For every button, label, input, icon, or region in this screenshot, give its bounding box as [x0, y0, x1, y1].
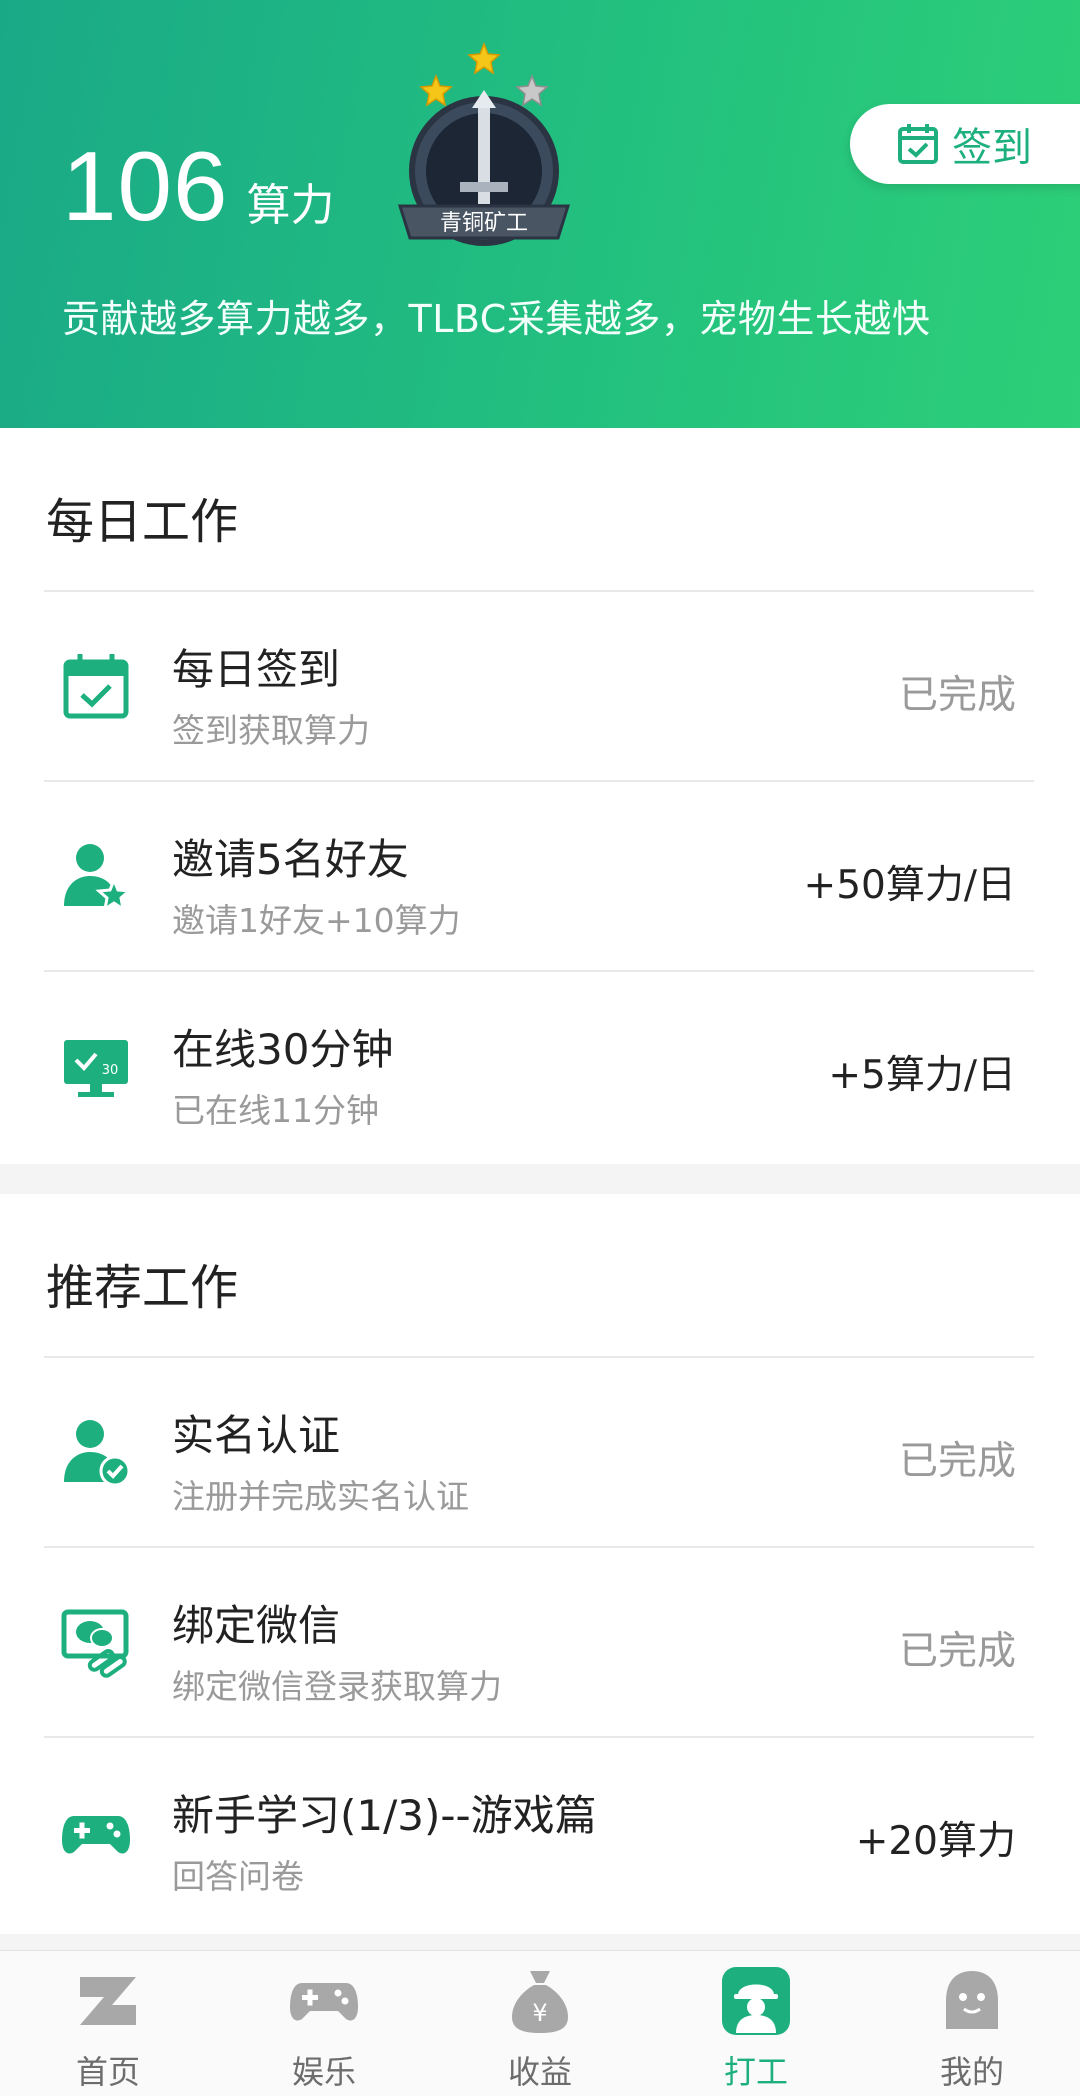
header-banner: 106 算力 青铜矿工 签到 贡献越多算力越多，TLBC采集越多，宠物生长越快	[0, 0, 1080, 428]
tab-label: 娱乐	[291, 2053, 356, 2091]
monitor-clock-icon: 30	[64, 1040, 128, 1097]
calendar-check-icon	[63, 654, 129, 719]
task-title: 邀请5名好友	[172, 835, 409, 884]
wechat-link-icon	[61, 1609, 129, 1678]
checkin-button[interactable]: 签到	[850, 104, 1080, 184]
task-subtitle: 签到获取算力	[172, 711, 370, 750]
tab-label: 首页	[75, 2053, 140, 2091]
daily-work-title: 每日工作	[46, 494, 239, 550]
profile-face-icon	[946, 1971, 998, 2029]
worker-icon	[722, 1967, 790, 2035]
tab-label: 我的	[939, 2053, 1004, 2091]
daily-work-card: 每日工作 每日签到 签到获取算力 已完成 邀请5名好友 邀请1好友+10算力 +…	[0, 428, 1080, 1164]
tab-label: 收益	[507, 2053, 572, 2091]
tab-label: 打工	[723, 2053, 788, 2091]
calendar-check-icon	[898, 124, 938, 164]
svg-text:30: 30	[102, 1063, 119, 1078]
tab-profile[interactable]: 我的	[864, 1951, 1080, 2096]
task-reward: +5算力/日	[828, 1053, 1016, 1098]
task-status: 已完成	[898, 1629, 1016, 1674]
user-verified-icon	[64, 1420, 131, 1487]
task-reward: +20算力	[855, 1819, 1016, 1864]
slogan-text: 贡献越多算力越多，TLBC采集越多，宠物生长越快	[62, 297, 931, 341]
svg-text:青铜矿工: 青铜矿工	[440, 211, 528, 236]
task-subtitle: 注册并完成实名认证	[172, 1477, 469, 1516]
recommended-work-title: 推荐工作	[46, 1260, 239, 1316]
bronze-miner-badge-icon: 青铜矿工	[398, 41, 571, 246]
task-status: 已完成	[898, 673, 1016, 718]
task-subtitle: 邀请1好友+10算力	[172, 901, 461, 940]
checkin-label: 签到	[952, 125, 1032, 171]
user-star-icon	[64, 844, 132, 912]
task-reward: +50算力/日	[803, 863, 1016, 908]
task-row-daily-checkin[interactable]: 每日签到 签到获取算力 已完成	[44, 590, 1034, 780]
task-row-invite-friends[interactable]: 邀请5名好友 邀请1好友+10算力 +50算力/日	[44, 780, 1034, 970]
task-row-online-30min[interactable]: 30 在线30分钟 已在线11分钟 +5算力/日	[44, 970, 1034, 1160]
task-title: 新手学习(1/3)--游戏篇	[172, 1791, 597, 1840]
gamepad-icon	[290, 1983, 358, 2021]
task-title: 在线30分钟	[172, 1025, 394, 1074]
points-unit: 算力	[246, 180, 335, 231]
task-title: 实名认证	[172, 1411, 341, 1460]
task-subtitle: 回答问卷	[172, 1857, 304, 1896]
tab-work[interactable]: 打工	[648, 1951, 864, 2096]
tab-earnings[interactable]: ¥ 收益	[432, 1951, 648, 2096]
task-row-real-name[interactable]: 实名认证 注册并完成实名认证 已完成	[44, 1356, 1034, 1546]
task-subtitle: 绑定微信登录获取算力	[172, 1667, 502, 1706]
recommended-work-card: 推荐工作 实名认证 注册并完成实名认证 已完成 绑定微信 绑定微信登录获取算力 …	[0, 1194, 1080, 1934]
task-status: 已完成	[898, 1439, 1016, 1484]
money-bag-icon: ¥	[512, 1971, 568, 2033]
task-row-bind-wechat[interactable]: 绑定微信 绑定微信登录获取算力 已完成	[44, 1546, 1034, 1736]
gamepad-icon	[62, 1816, 130, 1854]
bottom-tab-bar: 首页 娱乐 ¥ 收益 打工 我的	[0, 1950, 1080, 2096]
points-value: 106	[62, 131, 229, 241]
tab-entertainment[interactable]: 娱乐	[216, 1951, 432, 2096]
task-row-newbie-study[interactable]: 新手学习(1/3)--游戏篇 回答问卷 +20算力	[44, 1736, 1034, 1926]
svg-text:¥: ¥	[532, 1999, 547, 2027]
task-title: 绑定微信	[172, 1601, 341, 1650]
points-display: 106 算力	[62, 130, 335, 243]
task-title: 每日签到	[172, 645, 341, 694]
home-z-icon	[80, 1977, 136, 2025]
tab-home[interactable]: 首页	[0, 1951, 216, 2096]
task-subtitle: 已在线11分钟	[172, 1091, 379, 1130]
